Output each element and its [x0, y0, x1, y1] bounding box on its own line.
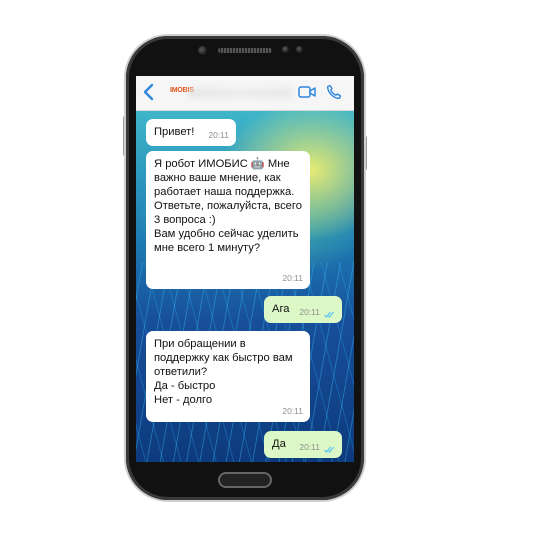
message-time: 20:11 — [299, 307, 320, 317]
message-time: 20:11 — [282, 273, 303, 283]
message-time: 20:11 — [282, 406, 303, 416]
message-bubble-outgoing[interactable]: Да 20:11 — [264, 431, 342, 458]
double-check-icon — [324, 446, 334, 453]
phone-mockup-stage: IMOBIS Привет! 20:11 Я робот ИМОБИС 🤖 Мн… — [0, 0, 540, 538]
message-bubble-incoming[interactable]: При обращении в поддержку как быстро вам… — [146, 331, 310, 422]
message-time: 20:11 — [208, 130, 229, 140]
phone-speaker — [218, 48, 272, 53]
sensor-icon — [282, 46, 289, 53]
chevron-left-icon[interactable] — [142, 83, 156, 101]
double-check-icon — [324, 311, 334, 318]
proximity-sensor-icon — [296, 46, 303, 53]
contact-name-blurred[interactable] — [188, 88, 292, 98]
phone-screen: IMOBIS Привет! 20:11 Я робот ИМОБИС 🤖 Мн… — [136, 76, 354, 462]
message-bubble-incoming[interactable]: Я робот ИМОБИС 🤖 Мне важно ваше мнение, … — [146, 151, 310, 289]
phone-icon[interactable] — [326, 84, 342, 100]
message-text: Я робот ИМОБИС 🤖 Мне важно ваше мнение, … — [154, 158, 302, 254]
home-button[interactable] — [218, 472, 272, 488]
video-camera-icon[interactable] — [298, 85, 316, 99]
message-text: При обращении в поддержку как быстро вам… — [154, 338, 293, 406]
front-camera-icon — [198, 46, 207, 55]
message-bubble-outgoing[interactable]: Ага 20:11 — [264, 296, 342, 323]
chat-header: IMOBIS — [136, 76, 354, 111]
message-bubble-incoming[interactable]: Привет! 20:11 — [146, 119, 236, 146]
message-time: 20:11 — [299, 442, 320, 452]
